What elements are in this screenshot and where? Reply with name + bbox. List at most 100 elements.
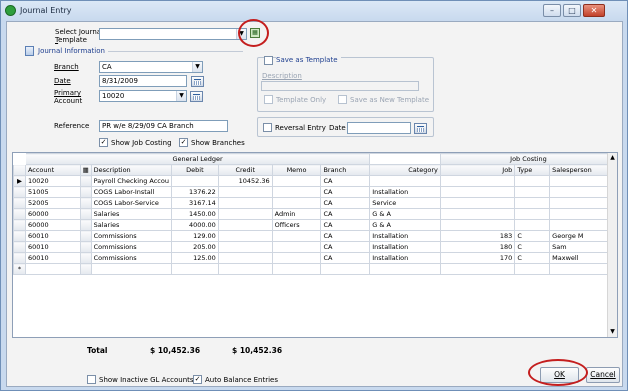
cancel-button[interactable]: Cancel — [586, 367, 620, 383]
cell-type[interactable]: C — [514, 230, 551, 242]
cell-category[interactable]: G & A — [369, 208, 441, 220]
table-row[interactable]: 52005 COGS Labor-Service 3167.14 CA Service — [13, 197, 617, 209]
show-branches-checkbox[interactable]: ✓ — [179, 138, 188, 147]
new-row-cell[interactable] — [271, 263, 322, 275]
cell-description[interactable]: COGS Labor-Install — [90, 186, 172, 198]
cell-memo[interactable] — [271, 241, 322, 253]
account-lookup-icon[interactable] — [190, 91, 203, 102]
cell-category[interactable]: Installation — [369, 252, 441, 264]
minimize-button[interactable]: – — [543, 4, 561, 17]
cell-memo[interactable] — [271, 230, 322, 242]
cell-branch[interactable]: CA — [320, 175, 371, 187]
column-header-debit[interactable]: Debit — [170, 164, 219, 176]
calendar-icon[interactable] — [191, 76, 204, 87]
cell-debit[interactable]: 3167.14 — [170, 197, 219, 209]
column-header-credit[interactable]: Credit — [217, 164, 273, 176]
cell-account[interactable]: 51005 — [24, 186, 81, 198]
cell-memo[interactable] — [271, 186, 322, 198]
maximize-button[interactable]: □ — [563, 4, 581, 17]
new-row-cell[interactable] — [90, 263, 172, 275]
column-header-type[interactable]: Type — [514, 164, 551, 176]
new-row-cell[interactable] — [217, 263, 273, 275]
cell-credit[interactable] — [217, 208, 273, 220]
new-row-cell[interactable] — [79, 263, 92, 275]
show-inactive-checkbox[interactable] — [87, 375, 96, 384]
cell-job[interactable] — [439, 175, 516, 187]
cell-category[interactable]: Installation — [369, 186, 441, 198]
new-row-cell[interactable] — [369, 263, 441, 275]
cell-account[interactable]: 60010 — [24, 241, 81, 253]
cell-debit[interactable]: 1376.22 — [170, 186, 219, 198]
cell-category[interactable]: Service — [369, 197, 441, 209]
table-row[interactable]: 60000 Salaries 4000.00 Officers CA G & A — [13, 219, 617, 231]
cell-account[interactable]: 60000 — [24, 208, 81, 220]
table-row[interactable]: 60010 Commissions 205.00 CA Installation 180 C… — [13, 241, 617, 253]
cell-credit[interactable] — [217, 219, 273, 231]
reversal-date-field[interactable] — [347, 122, 411, 134]
cell-credit[interactable] — [217, 252, 273, 264]
show-job-costing-checkbox[interactable]: ✓ — [99, 138, 108, 147]
cell-credit[interactable] — [217, 230, 273, 242]
row-selector[interactable] — [13, 252, 26, 264]
cell-branch[interactable]: CA — [320, 197, 371, 209]
table-row[interactable]: 60010 Commissions 129.00 CA Installation 183 C… — [13, 230, 617, 242]
column-chooser-icon[interactable]: ▦ — [79, 164, 92, 176]
cell-account[interactable]: 60000 — [24, 219, 81, 231]
cell-category[interactable] — [369, 175, 441, 187]
save-as-template-checkbox[interactable] — [264, 56, 273, 65]
new-row-cell[interactable] — [439, 263, 516, 275]
cell-memo[interactable] — [271, 252, 322, 264]
cell-job[interactable] — [439, 197, 516, 209]
column-header-branch[interactable]: Branch — [320, 164, 371, 176]
reversal-entry-checkbox[interactable] — [263, 123, 272, 132]
cell-type[interactable] — [514, 208, 551, 220]
cell-description[interactable]: Salaries — [90, 208, 172, 220]
cell-job[interactable] — [439, 186, 516, 198]
reference-field[interactable]: PR w/e 8/29/09 CA Branch — [99, 120, 228, 132]
new-row[interactable]: * — [13, 263, 617, 275]
cell-job[interactable]: 183 — [439, 230, 516, 242]
save-as-new-template-checkbox[interactable] — [338, 95, 347, 104]
cell-credit[interactable] — [217, 186, 273, 198]
template-only-checkbox[interactable] — [264, 95, 273, 104]
row-selector[interactable]: ▶ — [13, 175, 26, 187]
cell-description[interactable]: Commissions — [90, 230, 172, 242]
cell-branch[interactable]: CA — [320, 208, 371, 220]
cell-debit[interactable]: 129.00 — [170, 230, 219, 242]
cell-debit[interactable]: 205.00 — [170, 241, 219, 253]
cell-job[interactable] — [439, 219, 516, 231]
primary-account-select[interactable]: 10020 ▼ — [99, 90, 187, 102]
table-row[interactable]: 60010 Commissions 125.00 CA Installation 170 C… — [13, 252, 617, 264]
cell-account[interactable]: 10020 — [24, 175, 81, 187]
cell-type[interactable] — [514, 175, 551, 187]
row-selector[interactable] — [13, 230, 26, 242]
branch-select[interactable]: CA ▼ — [99, 61, 203, 73]
close-button[interactable]: ✕ — [583, 4, 605, 17]
cell-category[interactable]: Installation — [369, 241, 441, 253]
row-selector[interactable] — [13, 208, 26, 220]
date-field[interactable]: 8/31/2009 — [99, 75, 187, 87]
cell-credit[interactable] — [217, 241, 273, 253]
grid-scrollbar[interactable]: ▲ ▼ — [607, 153, 617, 337]
table-row[interactable]: 51005 COGS Labor-Install 1376.22 CA Installa… — [13, 186, 617, 198]
description-field[interactable] — [261, 81, 419, 91]
cell-description[interactable]: Commissions — [90, 241, 172, 253]
row-selector[interactable] — [13, 219, 26, 231]
cell-type[interactable] — [514, 186, 551, 198]
cell-account[interactable]: 52005 — [24, 197, 81, 209]
column-header-description[interactable]: Description — [90, 164, 172, 176]
cell-credit[interactable]: 10452.36 — [217, 175, 273, 187]
row-selector[interactable] — [13, 197, 26, 209]
cell-memo[interactable]: Officers — [271, 219, 322, 231]
cell-type[interactable] — [514, 219, 551, 231]
cell-debit[interactable] — [170, 175, 219, 187]
row-selector[interactable] — [13, 241, 26, 253]
cell-debit[interactable]: 4000.00 — [170, 219, 219, 231]
cell-debit[interactable]: 1450.00 — [170, 208, 219, 220]
scroll-down-icon[interactable]: ▼ — [608, 327, 617, 337]
cell-job[interactable]: 170 — [439, 252, 516, 264]
cell-branch[interactable]: CA — [320, 186, 371, 198]
column-header-memo[interactable]: Memo — [271, 164, 322, 176]
cell-credit[interactable] — [217, 197, 273, 209]
cell-category[interactable]: G & A — [369, 219, 441, 231]
